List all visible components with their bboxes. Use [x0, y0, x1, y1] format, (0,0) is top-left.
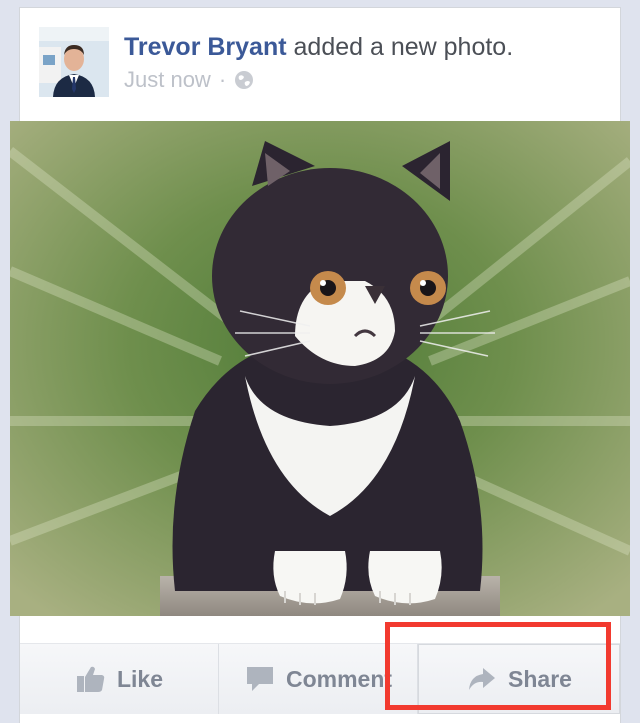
share-arrow-icon — [469, 668, 496, 690]
post-action-bar: Like Comment Share — [20, 643, 620, 714]
meta-separator: · — [218, 67, 227, 92]
post-title: Trevor Bryant added a new photo. — [124, 32, 513, 62]
avatar-image — [39, 27, 109, 97]
share-button[interactable]: Share — [418, 644, 620, 714]
comment-button[interactable]: Comment — [219, 644, 418, 714]
like-button[interactable]: Like — [20, 644, 219, 714]
post-header: Trevor Bryant added a new photo. Just no… — [20, 8, 620, 118]
like-label: Like — [116, 665, 164, 692]
thumbs-up-icon — [76, 666, 105, 692]
share-label: Share — [508, 665, 572, 692]
post-action-text: added a new photo. — [293, 33, 514, 61]
comment-label: Comment — [285, 665, 393, 692]
post-photo[interactable] — [10, 121, 630, 616]
photo-image — [10, 121, 630, 616]
author-name-link[interactable]: Trevor Bryant — [124, 33, 287, 61]
globe-icon[interactable] — [234, 70, 254, 90]
comment-icon — [246, 667, 273, 691]
author-avatar[interactable] — [39, 27, 109, 97]
post-meta: Just now · — [124, 66, 254, 94]
post-timestamp[interactable]: Just now — [124, 66, 211, 94]
feed-post-card: Trevor Bryant added a new photo. Just no… — [10, 8, 630, 723]
